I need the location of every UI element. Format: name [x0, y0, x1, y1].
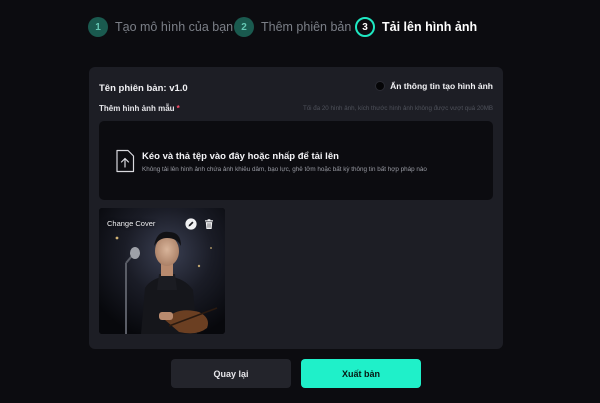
- hide-info-label: Ẩn thông tin tạo hình ảnh: [390, 81, 493, 91]
- back-button[interactable]: Quay lại: [171, 359, 291, 388]
- add-sample-images-label: Thêm hình ảnh mẫu *: [99, 104, 180, 113]
- step-label: Thêm phiên bản: [261, 20, 352, 34]
- dropzone-subtitle: Không tải lên hình ảnh chứa ảnh khiêu dâ…: [142, 166, 427, 173]
- step-number: 2: [234, 17, 254, 37]
- change-cover-button[interactable]: Change Cover: [107, 219, 155, 228]
- trash-icon[interactable]: [203, 218, 215, 230]
- add-images-text: Thêm hình ảnh mẫu: [99, 104, 175, 113]
- step-label: Tạo mô hình của bạn: [115, 20, 234, 34]
- step-add-version[interactable]: 2 Thêm phiên bản: [234, 17, 351, 37]
- upload-file-icon: [116, 149, 135, 173]
- hide-info-toggle[interactable]: Ẩn thông tin tạo hình ảnh: [376, 79, 493, 93]
- sample-image-thumbnail[interactable]: Change Cover: [99, 208, 225, 334]
- required-mark: *: [176, 104, 180, 113]
- upload-limit-hint: Tối đa 20 hình ảnh, kích thước hình ảnh …: [302, 105, 493, 112]
- dropzone-title: Kéo và thả tệp vào đây hoặc nhấp để tải …: [142, 151, 339, 162]
- upload-panel: Tên phiên bản: v1.0 Ẩn thông tin tạo hìn…: [89, 67, 503, 349]
- step-upload-images[interactable]: 3 Tải lên hình ảnh: [355, 17, 477, 37]
- step-number: 3: [355, 17, 375, 37]
- pencil-icon[interactable]: [185, 218, 197, 230]
- step-label: Tải lên hình ảnh: [382, 20, 478, 34]
- step-number: 1: [88, 17, 108, 37]
- version-name: Tên phiên bản: v1.0: [99, 83, 188, 94]
- publish-button[interactable]: Xuất bản: [301, 359, 421, 388]
- step-create-model[interactable]: 1 Tạo mô hình của bạn: [88, 17, 233, 37]
- toggle-radio-icon[interactable]: [376, 82, 385, 90]
- upload-dropzone[interactable]: Kéo và thả tệp vào đây hoặc nhấp để tải …: [99, 121, 493, 200]
